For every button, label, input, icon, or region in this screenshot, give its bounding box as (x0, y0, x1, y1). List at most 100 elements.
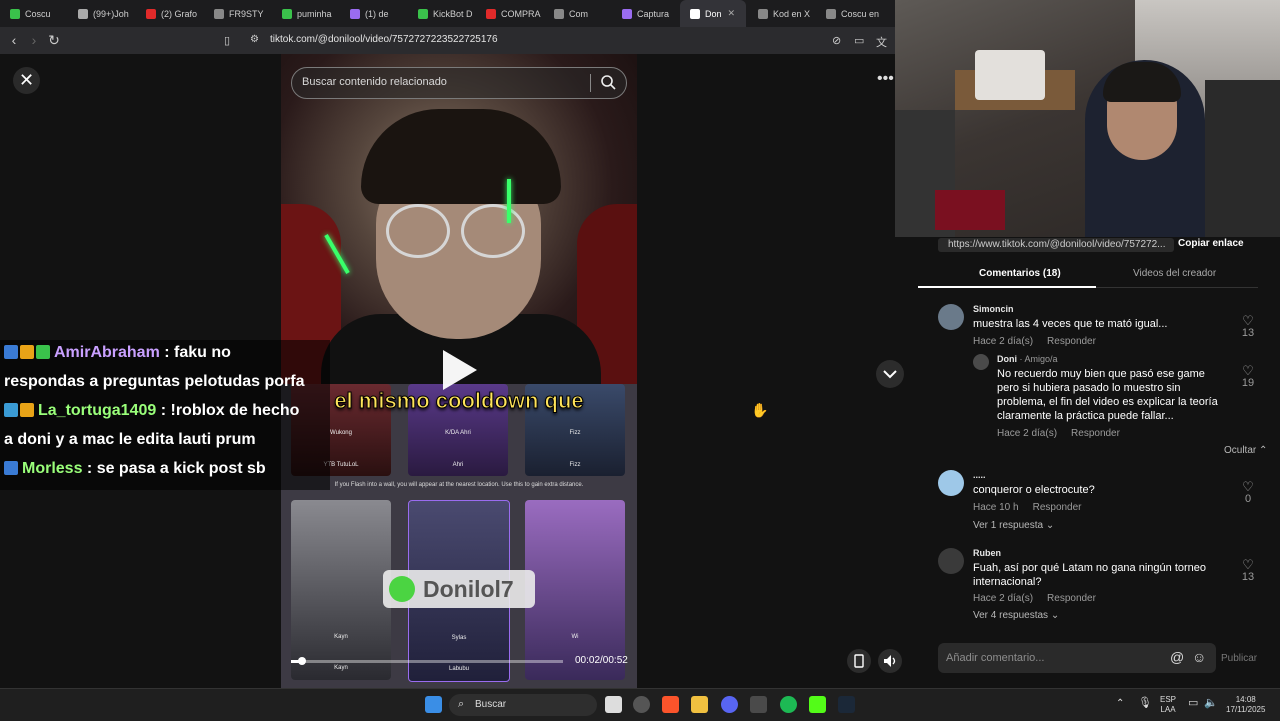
comment-user[interactable]: Doni · Amigo/a (997, 354, 1058, 364)
video-progress-bar[interactable] (291, 657, 563, 665)
progress-knob[interactable] (297, 657, 306, 665)
comment-user[interactable]: ..... (973, 470, 986, 480)
browser-tab[interactable]: (99+)Joh (68, 0, 134, 27)
pip-button[interactable] (847, 649, 871, 673)
no-tracking-icon[interactable]: ⊘ (832, 34, 841, 47)
tab-favicon-icon (10, 8, 20, 19)
comment-user[interactable]: Ruben (973, 548, 1001, 558)
like-button[interactable]: ♡ 0 (1238, 480, 1258, 505)
add-comment-input[interactable]: Añadir comentario... @ ☺ (938, 643, 1216, 673)
view-replies-button[interactable]: Ver 4 respuestas ⌄ (973, 610, 1059, 621)
url-field[interactable]: tiktok.com/@donilool/video/7572727223522… (270, 34, 498, 45)
avatar[interactable] (938, 470, 964, 496)
chevron-up-icon: ⌃ (1259, 445, 1268, 456)
steam-icon[interactable] (838, 696, 855, 713)
brave-browser-icon[interactable] (662, 696, 679, 713)
view-replies-button[interactable]: Ver 1 respuesta ⌄ (973, 520, 1054, 531)
comment-item: Simoncin muestra las 4 veces que te mató… (938, 304, 1258, 354)
hide-replies-button[interactable]: Ocultar ⌃ (1224, 445, 1267, 456)
browser-tab[interactable]: (2) Grafo (136, 0, 202, 27)
tab-label: (1) de (365, 8, 389, 19)
related-search-input[interactable]: Buscar contenido relacionado (291, 67, 627, 99)
reply-button[interactable]: Responder (1033, 502, 1082, 513)
more-options-icon[interactable]: ••• (877, 70, 894, 88)
browser-tab[interactable]: Coscu en (816, 0, 882, 27)
tray-chevron-icon[interactable]: ⌃ (1116, 699, 1124, 709)
avatar[interactable] (938, 548, 964, 574)
comment-user[interactable]: Simoncin (973, 304, 1014, 314)
like-button[interactable]: ♡ 13 (1238, 314, 1258, 339)
browser-tab[interactable]: Coscu (0, 0, 66, 27)
browser-tab[interactable]: Com (544, 0, 610, 27)
tab-label: KickBot D (433, 8, 473, 19)
forward-icon[interactable]: › (26, 32, 42, 48)
comment-footer: Hace 10 h Responder (973, 502, 1082, 513)
taskbar-search[interactable]: ⌕ Buscar (449, 694, 597, 716)
volume-icon[interactable]: 🔈 (1204, 698, 1218, 709)
avatar[interactable] (973, 354, 989, 370)
reload-icon[interactable]: ↻ (46, 32, 62, 48)
next-video-button[interactable] (876, 360, 904, 388)
browser-tab[interactable]: Kod en X (748, 0, 814, 27)
tab-favicon-icon (486, 8, 496, 19)
browser-tab[interactable]: (1) de (340, 0, 406, 27)
tab-creator-videos[interactable]: Videos del creador (1133, 268, 1216, 279)
reply-button[interactable]: Responder (1047, 336, 1096, 347)
avatar[interactable] (938, 304, 964, 330)
mention-icon[interactable]: @ (1170, 649, 1184, 665)
file-explorer-icon[interactable] (691, 696, 708, 713)
heart-icon: ♡ (1242, 313, 1254, 328)
comment-footer: Hace 2 día(s) Responder (997, 428, 1120, 439)
windows-start-icon[interactable] (425, 696, 442, 713)
video-time: 00:02/00:52 (575, 655, 628, 666)
chat-message: : !roblox de hecho (156, 402, 300, 419)
close-tab-icon[interactable]: ✕ (728, 8, 736, 19)
tab-favicon-icon (282, 8, 292, 19)
site-settings-icon[interactable]: ⚙ (250, 34, 259, 45)
discord-icon[interactable] (721, 696, 738, 713)
browser-tab[interactable]: puminha (272, 0, 338, 27)
task-view-icon[interactable] (605, 696, 622, 713)
share-url[interactable]: https://www.tiktok.com/@donilool/video/7… (938, 238, 1174, 252)
browser-tab[interactable]: COMPRA (476, 0, 542, 27)
volume-button[interactable] (878, 649, 902, 673)
spotify-icon[interactable] (780, 696, 797, 713)
publish-button[interactable]: Publicar (1221, 653, 1257, 664)
play-icon[interactable] (443, 350, 477, 390)
comment-text: Fuah, así por qué Latam no gana ningún t… (973, 562, 1207, 588)
tab-favicon-icon (78, 8, 88, 19)
heart-icon: ♡ (1242, 479, 1254, 494)
copy-link-button[interactable]: Copiar enlace (1178, 238, 1244, 249)
browser-tab[interactable]: Don ✕ (680, 0, 746, 27)
mic-icon[interactable]: 🎙 (1138, 698, 1152, 709)
tab-label: (99+)Joh (93, 8, 129, 19)
reply-button[interactable]: Responder (1071, 428, 1120, 439)
copilot-icon[interactable] (633, 696, 650, 713)
flash-note: If you Flash into a wall, you will appea… (334, 482, 584, 488)
language-indicator[interactable]: ESP LAA (1160, 695, 1176, 715)
browser-tab[interactable]: KickBot D (408, 0, 474, 27)
chat-line: a doni y a mac le edita lauti prum (4, 427, 256, 453)
tab-comments[interactable]: Comentarios (18) (979, 268, 1061, 279)
translate-icon[interactable]: 文 (876, 34, 887, 50)
browser-tab[interactable]: FR9STY (204, 0, 270, 27)
chat-line: La_tortuga1409 : !roblox de hecho (4, 398, 299, 424)
like-button[interactable]: ♡ 13 (1238, 558, 1258, 583)
app-icon[interactable] (750, 696, 767, 713)
bookmark-icon[interactable]: ▯ (224, 34, 230, 47)
kick-icon[interactable] (809, 696, 826, 713)
back-icon[interactable]: ‹ (6, 32, 22, 48)
creator-watermark: Donilol7 (383, 570, 535, 608)
cast-icon[interactable]: ▭ (854, 34, 864, 47)
like-button[interactable]: ♡ 19 (1238, 364, 1258, 389)
emoji-icon[interactable]: ☺ (1192, 649, 1206, 665)
comment-text: muestra las 4 veces que te mató igual... (973, 318, 1168, 330)
close-icon[interactable]: ✕ (13, 67, 40, 94)
search-icon[interactable] (600, 74, 616, 90)
browser-tab[interactable]: Captura (612, 0, 678, 27)
reply-button[interactable]: Responder (1047, 593, 1096, 604)
clock[interactable]: 14:08 17/11/2025 (1226, 695, 1265, 715)
network-icon[interactable]: ▭ (1188, 698, 1198, 709)
video-player[interactable]: Buscar contenido relacionado Wukong YTB … (281, 54, 637, 688)
tab-label: Com (569, 8, 589, 19)
